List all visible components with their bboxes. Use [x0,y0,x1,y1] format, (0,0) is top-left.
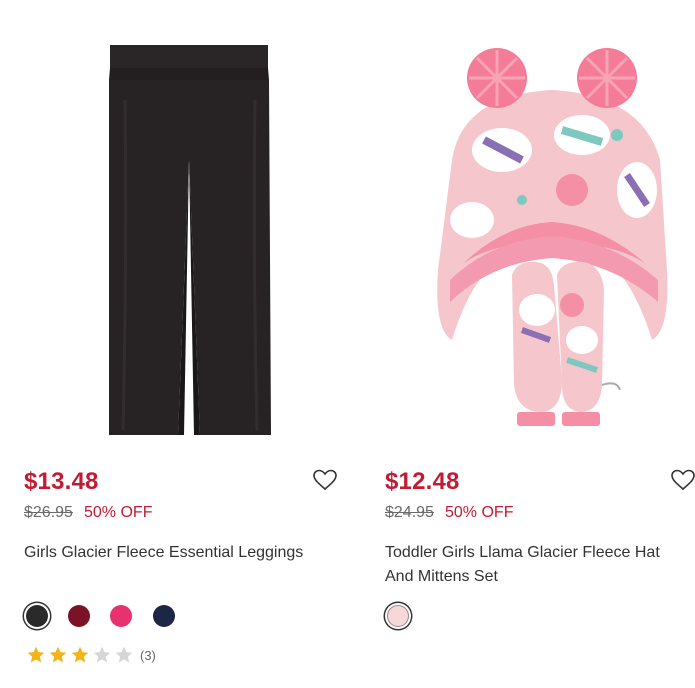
original-price: $26.95 [24,504,73,521]
swatch-black[interactable] [26,605,48,627]
product-image-hat-mittens[interactable] [422,40,682,440]
leggings-image [109,45,271,435]
swatch-navy[interactable] [153,605,175,627]
wishlist-heart-icon[interactable] [312,468,338,492]
product-title[interactable]: Toddler Girls Llama Glacier Fleece Hat A… [385,541,695,589]
product-title-line-1: Toddler Girls Llama Glacier Fleece Hat [385,544,660,561]
rating-stars[interactable]: (3) [26,645,156,665]
star-empty-icon [115,646,133,663]
original-price: $24.95 [385,504,434,521]
star-filled-icon [49,646,67,663]
hat-and-mittens-image [437,48,668,426]
swatch-burgundy[interactable] [68,605,90,627]
product-card-leggings: $13.48 $26.95 50% OFF Girls Glacier Flee… [0,0,360,688]
product-title[interactable]: Girls Glacier Fleece Essential Leggings [24,541,303,565]
sale-price: $13.48 [24,468,99,495]
discount-label: 50% OFF [84,504,153,521]
swatch-light-pink[interactable] [387,605,409,627]
product-card-hat-mittens: $12.48 $24.95 50% OFF Toddler Girls Llam… [360,0,695,688]
sale-price: $12.48 [385,468,460,495]
discount-label: 50% OFF [445,504,514,521]
star-filled-icon [71,646,89,663]
swatch-pink[interactable] [110,605,132,627]
wishlist-heart-icon[interactable] [670,468,695,492]
product-title-line-2: And Mittens Set [385,568,498,585]
product-image-leggings[interactable] [105,40,275,440]
star-empty-icon [93,646,111,663]
star-filled-icon [27,646,45,663]
review-count: (3) [140,647,156,663]
